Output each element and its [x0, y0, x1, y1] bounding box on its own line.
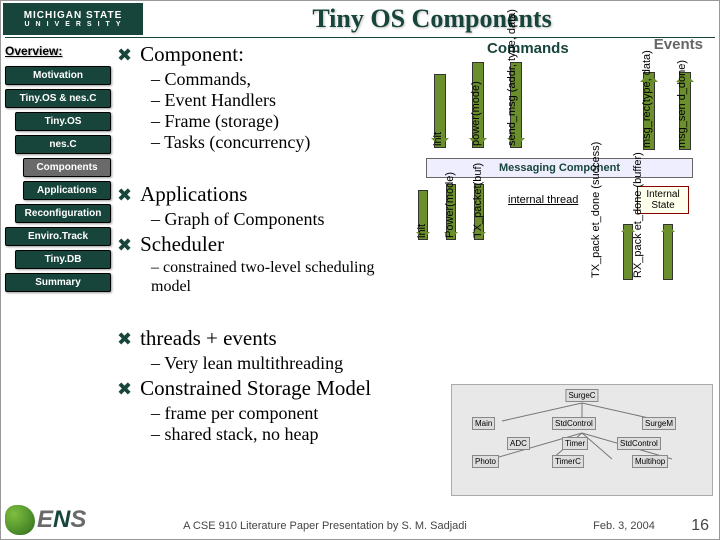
sidebar-header: Overview:	[5, 44, 111, 58]
logo-line2: UNIVERSITY	[24, 21, 126, 28]
sidebar-item[interactable]: Motivation	[5, 66, 111, 85]
page-number: 16	[679, 517, 709, 535]
body: Overview: Motivation Tiny.OS & nes.C Tiny.…	[1, 38, 719, 498]
sidebar-item[interactable]: Enviro.Track	[5, 227, 111, 246]
commands-header: Commands	[487, 40, 569, 57]
messaging-box: Messaging Component	[426, 158, 693, 178]
bullet-icon: ✖	[117, 235, 132, 256]
slide-title: Tiny OS Components	[145, 4, 719, 34]
figure-messaging: Commands Events init power(mode) send_ms…	[402, 40, 713, 180]
footer-right: Feb. 3, 2004	[569, 520, 679, 532]
bullet-icon: ✖	[117, 329, 132, 350]
bullet-storage: Constrained Storage Model	[140, 376, 371, 401]
content: ✖Component: – Commands,– Event Handlers–…	[115, 38, 719, 498]
titlebar: MICHIGAN STATE UNIVERSITY Tiny OS Compon…	[1, 1, 719, 37]
bullet-icon: ✖	[117, 185, 132, 206]
sidebar-item[interactable]: Components	[23, 158, 111, 177]
bullet-scheduler: Scheduler	[140, 232, 224, 257]
sidebar-item[interactable]: Tiny.DB	[15, 250, 111, 269]
sidebar-item[interactable]: Applications	[23, 181, 111, 200]
sidebar-item[interactable]: Tiny.OS	[15, 112, 111, 131]
msu-logo: MICHIGAN STATE UNIVERSITY	[3, 3, 143, 35]
bullet-apps: Applications	[140, 182, 247, 207]
figure-internal: init Power(mode) TX_packet(buf) internal…	[402, 184, 713, 324]
sidebar-item[interactable]: Summary	[5, 273, 111, 292]
sidebar-item[interactable]: Tiny.OS & nes.C	[5, 89, 111, 108]
bullet-threads: threads + events	[140, 326, 277, 351]
sidebar-item[interactable]: Reconfiguration	[15, 204, 111, 223]
bullet-component: Component:	[140, 42, 244, 67]
arrow-group: init power(mode) send_msg (addr, type, d…	[426, 62, 703, 167]
logo-line1: MICHIGAN STATE	[24, 10, 123, 21]
footer-left: A CSE 910 Literature Paper Presentation …	[81, 520, 569, 532]
bullet-icon: ✖	[117, 45, 132, 66]
events-header: Events	[654, 36, 703, 53]
sidebar-item[interactable]: nes.C	[15, 135, 111, 154]
sidebar: Overview: Motivation Tiny.OS & nes.C Tiny.…	[1, 38, 115, 498]
footer: A CSE 910 Literature Paper Presentation …	[1, 517, 719, 535]
slide: MICHIGAN STATE UNIVERSITY Tiny OS Compon…	[0, 0, 720, 540]
bullet-icon: ✖	[117, 379, 132, 400]
figure-surgec: SurgeC Main StdControl SurgeM ADC Timer …	[451, 384, 713, 496]
